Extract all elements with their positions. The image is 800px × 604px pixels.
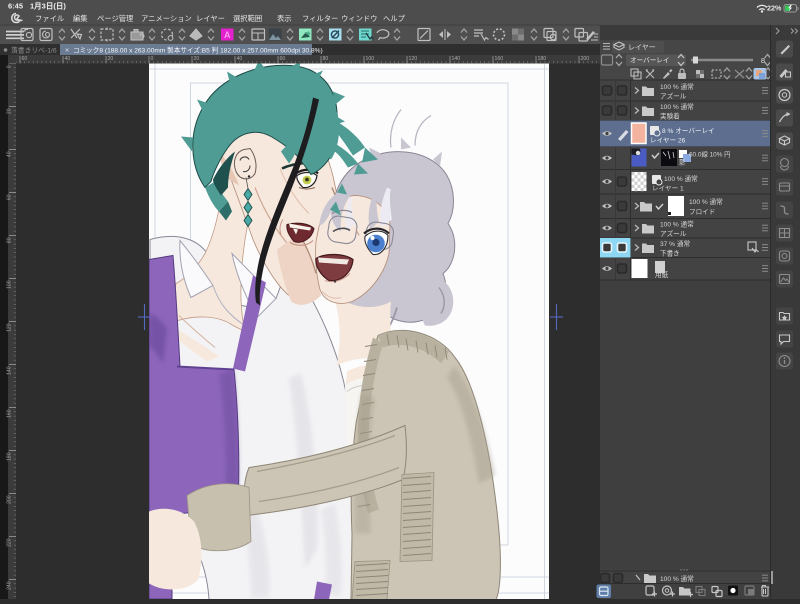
- svg-text:40: 40: [65, 56, 71, 62]
- svg-text:8 % オーバーレイ: 8 % オーバーレイ: [662, 127, 715, 135]
- svg-text:60: 60: [7, 194, 13, 200]
- svg-text:フロイド: フロイド: [689, 208, 715, 216]
- svg-text:レイヤー: レイヤー: [628, 45, 656, 52]
- svg-text:240: 240: [7, 581, 13, 590]
- svg-text:選択範囲: 選択範囲: [233, 14, 262, 23]
- svg-text:実験着: 実験着: [660, 112, 680, 121]
- svg-text:レイヤー: レイヤー: [196, 14, 225, 23]
- svg-text:表示: 表示: [277, 14, 292, 23]
- svg-text:20: 20: [194, 56, 200, 62]
- svg-text:100 % 通常: 100 % 通常: [660, 220, 694, 229]
- svg-text:120: 120: [7, 323, 13, 332]
- svg-text:200: 200: [581, 56, 590, 62]
- svg-text:0: 0: [151, 56, 154, 62]
- svg-text:100 % 通常: 100 % 通常: [660, 102, 694, 111]
- svg-text:80: 80: [7, 237, 13, 243]
- svg-text:A: A: [224, 30, 231, 40]
- svg-text:60: 60: [22, 56, 28, 62]
- svg-text:100: 100: [7, 280, 13, 289]
- svg-text:100 % 通常: 100 % 通常: [664, 174, 698, 183]
- svg-text:影: 影: [679, 158, 686, 167]
- svg-text:オーバーレイ: オーバーレイ: [630, 57, 670, 65]
- svg-text:22%: 22%: [767, 4, 782, 13]
- svg-text:100 % 通常: 100 % 通常: [660, 82, 694, 91]
- svg-text:コミック8 (188.00 x 263.00mm 製本サイズ: コミック8 (188.00 x 263.00mm 製本サイズ:B5 判 182.…: [73, 45, 323, 54]
- svg-text:40: 40: [237, 56, 243, 62]
- svg-text:6:45: 6:45: [8, 2, 23, 11]
- svg-text:20: 20: [108, 56, 114, 62]
- svg-text:140: 140: [452, 56, 461, 62]
- svg-text:20: 20: [7, 108, 13, 114]
- svg-text:ファイル: ファイル: [35, 14, 64, 23]
- svg-text:フィルター: フィルター: [302, 14, 338, 23]
- svg-text:アニメーション: アニメーション: [141, 14, 192, 23]
- svg-text:180: 180: [7, 452, 13, 461]
- svg-text:180: 180: [538, 56, 547, 62]
- svg-text:アズール: アズール: [660, 229, 687, 238]
- svg-text:×: ×: [65, 47, 69, 54]
- svg-text:落書きリベ-1/6: 落書きリベ-1/6: [11, 46, 57, 55]
- svg-text:120: 120: [409, 56, 418, 62]
- svg-text:100 % 通常: 100 % 通常: [660, 574, 694, 583]
- svg-text:アズール: アズール: [660, 92, 687, 101]
- svg-text:40: 40: [7, 151, 13, 157]
- svg-text:60: 60: [280, 56, 286, 62]
- svg-text:用紙: 用紙: [655, 270, 669, 279]
- svg-text:160: 160: [495, 56, 504, 62]
- svg-text:100 % 通常: 100 % 通常: [689, 197, 723, 206]
- svg-text:100: 100: [366, 56, 375, 62]
- svg-text:編集: 編集: [73, 14, 88, 23]
- svg-text:60.0線 10% 円: 60.0線 10% 円: [689, 150, 731, 159]
- svg-text:220: 220: [7, 538, 13, 547]
- svg-text:ウィンドウ: ウィンドウ: [341, 14, 377, 23]
- svg-text:レイヤー 1: レイヤー 1: [652, 186, 684, 193]
- svg-text:80: 80: [323, 56, 329, 62]
- svg-text:200: 200: [7, 495, 13, 504]
- svg-text:レイヤー 26: レイヤー 26: [650, 138, 686, 145]
- svg-text:ページ管理: ページ管理: [97, 14, 134, 23]
- svg-text:1月3日(日): 1月3日(日): [30, 2, 66, 11]
- svg-text:140: 140: [7, 366, 13, 375]
- svg-text:37 % 通常: 37 % 通常: [660, 239, 690, 248]
- svg-text:下書き: 下書き: [660, 249, 680, 258]
- svg-text:ヘルプ: ヘルプ: [383, 14, 406, 23]
- svg-text:160: 160: [7, 409, 13, 418]
- svg-text:0: 0: [7, 65, 13, 68]
